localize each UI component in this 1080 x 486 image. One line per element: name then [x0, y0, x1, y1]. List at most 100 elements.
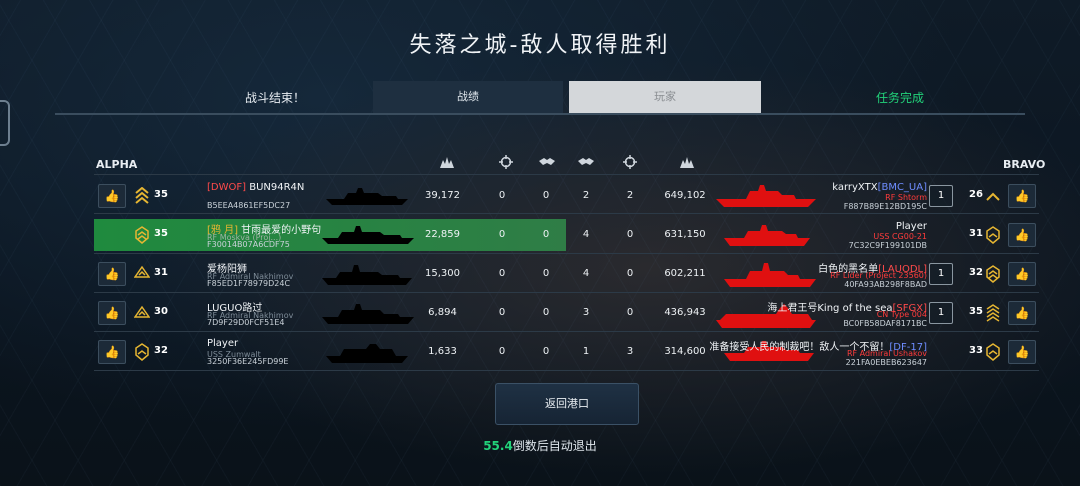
row-divider [94, 213, 1039, 214]
player-id: B5EEA4861EF5DC27 [207, 201, 291, 210]
rank-chevron-icon [986, 343, 1000, 361]
rank-chevron-icon [135, 187, 149, 204]
kills-value: 0 [498, 268, 506, 279]
enemy-ship: CN Type 004 [876, 310, 927, 319]
row-divider [94, 253, 1039, 254]
kills-icon [497, 155, 515, 169]
rank-chevron-icon [986, 265, 1000, 283]
enemy-player-id: F887B89E12BD195C [843, 202, 927, 211]
assists-value: 0 [542, 268, 550, 279]
enemy-player-id: BC0FB58DAF8171BC [843, 319, 927, 328]
kills-value: 0 [626, 307, 634, 318]
like-button[interactable]: 👍 [1008, 223, 1036, 247]
like-button[interactable]: 👍 [1008, 340, 1036, 364]
enemy-level: 32 [969, 267, 983, 278]
like-button[interactable]: 👍 [98, 340, 126, 364]
enemy-level: 31 [969, 228, 983, 239]
team-alpha-label: ALPHA [96, 158, 138, 171]
header-divider [94, 174, 1039, 175]
enemy-player-name: karryXTX[BMC_UA] [832, 182, 927, 193]
rank-chevron-icon [134, 305, 150, 318]
player-level: 30 [154, 306, 168, 317]
side-panel-handle[interactable] [0, 100, 10, 146]
assists-value: 1 [582, 346, 590, 357]
assists-value: 3 [582, 307, 590, 318]
damage-icon [678, 155, 696, 169]
assists-value: 4 [582, 268, 590, 279]
player-row: 👍 30 LUGUO路过 RF Admiral Nakhimov 7D9F29D… [94, 297, 1039, 329]
countdown-text: 倒数后自动退出 [512, 439, 597, 453]
enemy-ship: RF Lider (Project 23560) [830, 271, 927, 280]
ship-silhouette-icon [322, 265, 412, 285]
damage-value: 1,633 [428, 346, 457, 357]
player-level: 35 [154, 228, 168, 239]
assists-value: 0 [542, 307, 550, 318]
damage-value: 436,943 [664, 307, 706, 318]
like-button[interactable]: 👍 [1008, 301, 1036, 325]
enemy-ship: RF Admiral Ushakov [846, 349, 927, 358]
damage-value: 602,211 [664, 268, 706, 279]
rank-chevron-icon [986, 226, 1000, 244]
tab-divider [55, 113, 1025, 115]
damage-value: 39,172 [425, 190, 460, 201]
ship-silhouette-icon [322, 304, 414, 324]
enemy-player-id: 221FA0EBEB623647 [845, 358, 927, 367]
auto-exit-countdown: 55.4倒数后自动退出 [0, 437, 1080, 454]
like-button[interactable]: 👍 [98, 184, 126, 208]
battle-end-label: 战斗结束！ [244, 91, 305, 105]
assists-value: 0 [542, 190, 550, 201]
kills-value: 3 [626, 346, 634, 357]
row-divider [94, 370, 1039, 371]
return-to-port-button[interactable]: 返回港口 [495, 383, 639, 425]
squad-badge: 1 [929, 185, 953, 207]
squad-badge: 1 [929, 263, 953, 285]
like-button[interactable]: 👍 [1008, 184, 1036, 208]
tab-bar: 战斗结束！ 战绩 玩家 任务完成 [60, 81, 1020, 113]
like-button[interactable]: 👍 [98, 301, 126, 325]
mission-complete-label: 任务完成 [875, 91, 924, 105]
enemy-ship-icon [724, 263, 816, 287]
enemy-player-name: Player [895, 221, 927, 232]
player-level: 35 [154, 189, 168, 200]
rank-chevron-icon [135, 226, 149, 244]
damage-value: 649,102 [664, 190, 706, 201]
assists-value: 2 [582, 190, 590, 201]
player-id: F30014B07A6CDF75 [207, 240, 290, 249]
tab-stats[interactable]: 战绩 [373, 81, 563, 113]
assists-value: 0 [542, 346, 550, 357]
enemy-player-id: 40FA93AB298F8BAD [844, 280, 927, 289]
kills-icon [621, 155, 639, 169]
enemy-ship-icon [716, 185, 816, 207]
team-bravo-label: BRAVO [1003, 158, 1046, 171]
player-row: 👍 35 [DWOF] BUN94R4N B5EEA4861EF5DC27 39… [94, 180, 1039, 212]
enemy-ship: USS CG00-21 [873, 232, 927, 241]
enemy-ship-icon [724, 225, 810, 246]
kills-value: 0 [626, 229, 634, 240]
player-name: Player [207, 338, 239, 349]
enemy-player-id: 7C32C9F199101DB [848, 241, 927, 250]
damage-value: 314,600 [664, 346, 706, 357]
row-divider [94, 292, 1039, 293]
tab-players[interactable]: 玩家 [569, 81, 761, 113]
player-id: 3250F36E245FD99E [207, 357, 289, 366]
rank-chevron-icon [135, 343, 149, 361]
like-button[interactable]: 👍 [1008, 262, 1036, 286]
squad-badge: 1 [929, 302, 953, 324]
kills-value: 0 [498, 229, 506, 240]
assists-value: 4 [582, 229, 590, 240]
assists-value: 0 [542, 229, 550, 240]
player-row: 👍 31 爱杨阳狮 RF Admiral Nakhimov F85ED1F789… [94, 258, 1039, 290]
kills-value: 0 [498, 346, 506, 357]
assists-icon [538, 155, 556, 169]
row-divider [94, 331, 1039, 332]
like-button[interactable]: 👍 [98, 262, 126, 286]
damage-value: 6,894 [428, 307, 457, 318]
player-level: 31 [154, 267, 168, 278]
damage-value: 22,859 [425, 229, 460, 240]
rank-chevron-icon [986, 192, 1000, 201]
page-title: 失落之城-敌人取得胜利 [409, 33, 671, 58]
player-row: 👍 32 Player USS Zumwalt 3250F36E245FD99E… [94, 336, 1039, 368]
enemy-level: 33 [969, 345, 983, 356]
player-name: [DWOF] BUN94R4N [207, 182, 305, 193]
rank-chevron-icon [134, 265, 150, 278]
